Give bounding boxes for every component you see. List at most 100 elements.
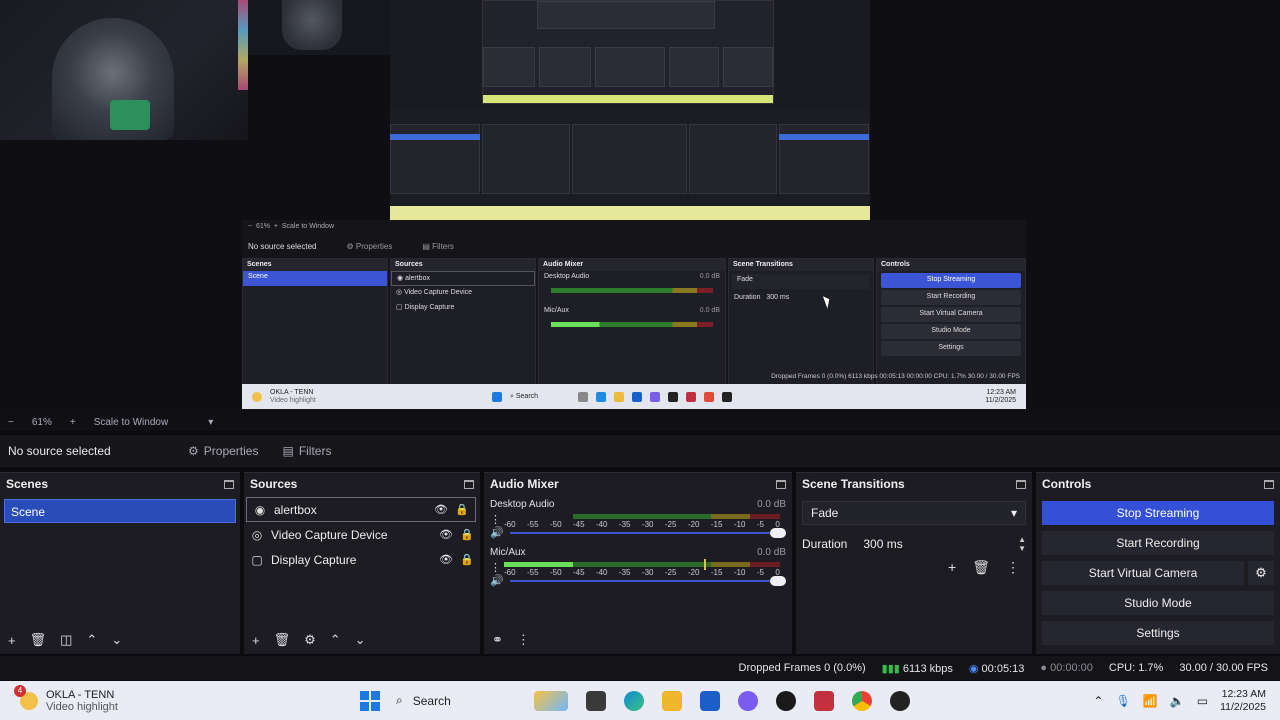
trash-icon[interactable]: 🗑	[30, 632, 47, 648]
widgets-app-icon[interactable]	[534, 690, 568, 711]
trash-icon[interactable]: 🗑	[972, 559, 990, 576]
link-icon[interactable]: ⚭	[492, 632, 503, 648]
news-widget[interactable]: 4 OKLA - TENN Video highlight	[0, 684, 360, 713]
scene-transitions-dock: Scene Transitions Fade ▾ Duration 300 ms…	[796, 472, 1032, 654]
filters-button[interactable]: ▤ Filters	[282, 444, 331, 458]
undock-icon[interactable]	[224, 479, 234, 489]
microphone-icon[interactable]: 🎙	[1116, 694, 1131, 708]
add-source-button[interactable]: +	[252, 633, 260, 648]
meter-live-segment	[504, 562, 579, 567]
battery-icon[interactable]: ▭	[1197, 694, 1208, 708]
visibility-eye-icon[interactable]: 👁	[439, 553, 453, 566]
docks-row: Scenes Scene + 🗑 ◫ ⌃ ⌄ Sources ◉ alertbo…	[0, 472, 1280, 654]
gear-icon[interactable]: ⚙	[1248, 561, 1274, 585]
nested-audio-dock: Audio Mixer Desktop Audio 0.0 dB Mic/Aux 0…	[538, 258, 726, 388]
preview-canvas[interactable]: − 61% + Scale to Window No source select…	[0, 0, 1280, 413]
zoom-in-button[interactable]: +	[70, 417, 76, 428]
chrome-icon[interactable]	[852, 690, 872, 711]
meter-yellow-segment	[711, 514, 750, 519]
gear-icon[interactable]: ⚙	[304, 632, 316, 648]
windows-start-icon[interactable]	[360, 690, 380, 711]
record-icon: ●	[1040, 662, 1048, 674]
duration-spinner[interactable]: ▲ ▼	[1018, 535, 1026, 553]
record-timer: ● 00:00:00	[1040, 662, 1093, 674]
properties-button[interactable]: ⚙ Properties	[188, 444, 258, 458]
lock-icon[interactable]: 🔒	[460, 553, 474, 566]
nested-status-bar: Dropped Frames 0 (0.0%) 6113 kbps 00:05:…	[771, 373, 1020, 380]
undock-icon[interactable]	[1264, 479, 1274, 489]
volume-icon[interactable]: 🔈	[1170, 694, 1185, 708]
edge-browser-icon[interactable]	[624, 690, 644, 711]
channel-menu-icon[interactable]: ⋮	[490, 513, 501, 526]
duration-row: Duration 300 ms ▲ ▼	[802, 535, 1026, 553]
source-item-video-capture[interactable]: ◎ Video Capture Device 👁 🔒	[244, 522, 480, 547]
signal-bars-icon: ▮▮▮	[881, 662, 900, 675]
webcam-shirt	[110, 100, 150, 130]
obs-window: − 61% + Scale to Window No source select…	[0, 0, 1280, 720]
meter-yellow-segment	[711, 562, 750, 567]
scale-mode-dropdown[interactable]: Scale to Window ▾	[94, 417, 214, 428]
lock-icon[interactable]: 🔒	[460, 528, 474, 541]
nested-controls-dock: Controls Stop Streaming Start Recording …	[876, 258, 1026, 388]
broadcast-icon: ◉	[968, 662, 979, 675]
app-icon-terminal[interactable]	[586, 690, 606, 711]
undock-icon[interactable]	[1016, 479, 1026, 489]
channel-menu-icon[interactable]: ⋮	[490, 561, 501, 574]
scene-transitions-header: Scene Transitions	[796, 473, 1032, 495]
visibility-eye-icon[interactable]: 👁	[434, 503, 448, 516]
nested-preview-deep	[482, 0, 774, 104]
slider-knob[interactable]	[769, 575, 786, 586]
globe-icon: ◉	[254, 502, 266, 517]
undock-icon[interactable]	[464, 479, 474, 489]
lock-icon[interactable]: 🔒	[455, 503, 469, 516]
move-down-button[interactable]: ⌄	[355, 632, 366, 648]
zoom-out-button[interactable]: −	[8, 417, 14, 428]
file-explorer-icon[interactable]	[662, 690, 682, 711]
volume-slider[interactable]	[509, 527, 786, 539]
search-icon: ⌕	[396, 693, 403, 707]
obs-app-icon[interactable]	[890, 690, 910, 711]
windows-taskbar: 4 OKLA - TENN Video highlight ⌕ Search ⌃	[0, 681, 1280, 720]
cpu-usage: CPU: 1.7%	[1108, 662, 1164, 674]
app-icon-red[interactable]	[814, 690, 834, 711]
stop-streaming-button[interactable]: Stop Streaming	[1042, 501, 1274, 525]
settings-button[interactable]: Settings	[1042, 621, 1274, 645]
trash-icon[interactable]: 🗑	[274, 632, 291, 648]
speaker-icon[interactable]: 🔊	[490, 574, 504, 587]
source-item-alertbox[interactable]: ◉ alertbox 👁 🔒	[246, 497, 476, 522]
dropped-frames: Dropped Frames 0 (0.0%)	[738, 662, 866, 674]
more-options-icon[interactable]: ⋮	[1006, 559, 1020, 576]
volume-slider[interactable]	[509, 575, 786, 587]
transition-select[interactable]: Fade ▾	[802, 501, 1026, 525]
undock-icon[interactable]	[776, 479, 786, 489]
clock[interactable]: 12:23 AM 11/2/2025	[1220, 688, 1266, 714]
move-up-button[interactable]: ⌃	[330, 632, 341, 648]
wifi-icon[interactable]: 📶	[1143, 694, 1158, 708]
studio-mode-button[interactable]: Studio Mode	[1042, 591, 1274, 615]
start-recording-button[interactable]: Start Recording	[1042, 531, 1274, 555]
mixer-menu-icon[interactable]: ⋮	[517, 632, 530, 648]
visibility-eye-icon[interactable]: 👁	[439, 528, 453, 541]
filters-icon[interactable]: ◫	[60, 632, 72, 648]
controls-header: Controls	[1036, 473, 1280, 495]
duration-field[interactable]: 300 ms	[863, 537, 902, 551]
source-item-display-capture[interactable]: ▢ Display Capture 👁 🔒	[244, 547, 480, 572]
nested-taskbar: OKLA - TENN Video highlight ⌕ Search 12:2…	[242, 384, 1026, 409]
add-scene-button[interactable]: +	[8, 633, 16, 648]
start-virtual-camera-button[interactable]: Start Virtual Camera	[1042, 561, 1244, 585]
add-transition-button[interactable]: +	[948, 559, 956, 576]
taskbar-search[interactable]: ⌕ Search	[396, 687, 526, 715]
stream-timer: ◉ 00:05:13	[968, 662, 1025, 675]
discord-icon[interactable]	[738, 690, 758, 711]
speaker-icon[interactable]: 🔊	[490, 526, 504, 539]
taskbar-apps	[534, 690, 910, 711]
chevron-up-icon[interactable]: ⌃	[1094, 694, 1104, 708]
store-app-icon[interactable]	[700, 690, 720, 711]
move-up-button[interactable]: ⌃	[86, 632, 97, 648]
meter-red-segment	[749, 514, 780, 519]
move-down-button[interactable]: ⌄	[111, 632, 122, 648]
app-icon-dark[interactable]	[776, 690, 796, 711]
audio-mixer-header: Audio Mixer	[484, 473, 792, 495]
scene-item[interactable]: Scene	[4, 499, 236, 523]
slider-knob[interactable]	[769, 527, 786, 538]
